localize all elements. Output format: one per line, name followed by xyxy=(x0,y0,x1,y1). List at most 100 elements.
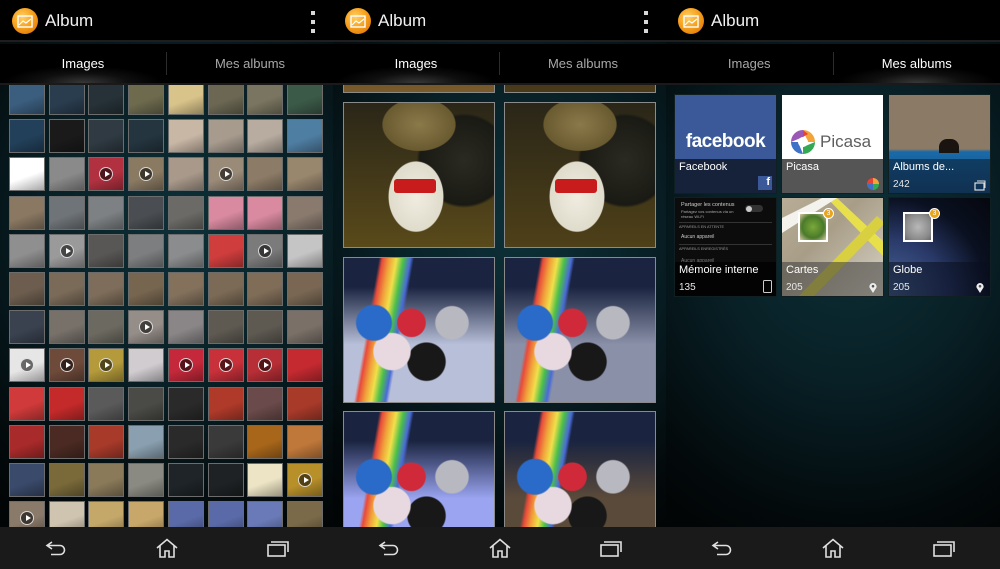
thumbnail[interactable] xyxy=(88,195,125,230)
recent-apps-button[interactable] xyxy=(924,533,964,563)
thumbnail[interactable] xyxy=(247,386,284,421)
thumbnail[interactable] xyxy=(207,463,244,497)
thumbnail[interactable] xyxy=(88,348,125,383)
thumbnail[interactable] xyxy=(128,386,165,421)
home-button[interactable] xyxy=(147,533,187,563)
thumbnail[interactable] xyxy=(48,348,85,383)
home-button[interactable] xyxy=(480,533,520,563)
thumbnail[interactable] xyxy=(286,157,323,192)
thumbnail[interactable] xyxy=(48,463,85,497)
tab-images[interactable]: Images xyxy=(0,44,166,83)
thumbnail[interactable] xyxy=(247,463,284,497)
thumbnail[interactable] xyxy=(286,348,323,383)
thumbnail[interactable] xyxy=(9,463,45,497)
thumbnail[interactable] xyxy=(167,386,204,421)
thumbnail[interactable] xyxy=(167,348,204,383)
thumbnail[interactable] xyxy=(128,233,165,268)
thumbnail[interactable] xyxy=(88,272,125,306)
thumbnail[interactable] xyxy=(9,272,45,306)
thumbnail-plush-toy-partial[interactable] xyxy=(504,85,656,93)
thumbnail[interactable] xyxy=(48,272,85,306)
home-button[interactable] xyxy=(813,533,853,563)
thumbnail[interactable] xyxy=(167,195,204,230)
thumbnail-plush-toy-partial[interactable] xyxy=(343,85,495,93)
thumbnail[interactable] xyxy=(247,348,284,383)
thumbnail[interactable] xyxy=(207,348,244,383)
thumbnail[interactable] xyxy=(128,424,165,459)
thumbnail[interactable] xyxy=(207,501,244,527)
overflow-menu-icon[interactable] xyxy=(642,11,650,33)
thumbnail[interactable] xyxy=(48,386,85,421)
thumbnail-android-figures[interactable] xyxy=(343,411,495,527)
recent-apps-button[interactable] xyxy=(258,533,298,563)
thumbnail[interactable] xyxy=(247,195,284,230)
tab-mes-albums[interactable]: Mes albums xyxy=(833,44,1000,83)
thumbnail-grid-large[interactable] xyxy=(343,85,657,527)
thumbnail[interactable] xyxy=(9,501,45,527)
thumbnail-plush-toy[interactable] xyxy=(343,102,495,248)
thumbnail[interactable] xyxy=(88,310,125,345)
thumbnail[interactable] xyxy=(48,424,85,459)
album-memoire-interne[interactable]: Partager les contenus Partagez vos conte… xyxy=(674,197,777,297)
thumbnail[interactable] xyxy=(9,157,45,192)
thumbnail[interactable] xyxy=(9,310,45,345)
thumbnail[interactable] xyxy=(286,310,323,345)
thumbnail[interactable] xyxy=(128,310,165,345)
thumbnail[interactable] xyxy=(48,119,85,154)
album-app-icon[interactable] xyxy=(12,8,38,34)
thumbnail[interactable] xyxy=(88,386,125,421)
thumbnail-android-figures[interactable] xyxy=(504,411,656,527)
thumbnail[interactable] xyxy=(128,501,165,527)
thumbnail[interactable] xyxy=(207,424,244,459)
thumbnail[interactable] xyxy=(286,272,323,306)
thumbnail[interactable] xyxy=(9,424,45,459)
back-button[interactable] xyxy=(369,533,409,563)
album-cartes[interactable]: 3 Cartes 205 xyxy=(781,197,884,297)
thumbnail[interactable] xyxy=(9,348,45,383)
thumbnail[interactable] xyxy=(207,195,244,230)
album-picasa[interactable]: Picasa Picasa xyxy=(781,94,884,194)
thumbnail[interactable] xyxy=(247,119,284,154)
thumbnail[interactable] xyxy=(286,85,323,115)
thumbnail-android-figures[interactable] xyxy=(343,257,495,403)
thumbnail[interactable] xyxy=(9,233,45,268)
thumbnail[interactable] xyxy=(207,233,244,268)
thumbnail[interactable] xyxy=(48,85,85,115)
thumbnail[interactable] xyxy=(247,310,284,345)
thumbnail[interactable] xyxy=(286,463,323,497)
tab-images[interactable]: Images xyxy=(333,44,499,83)
thumbnail[interactable] xyxy=(167,272,204,306)
thumbnail[interactable] xyxy=(286,233,323,268)
thumbnail[interactable] xyxy=(48,157,85,192)
tab-mes-albums[interactable]: Mes albums xyxy=(500,44,666,83)
album-facebook[interactable]: facebook Facebook f xyxy=(674,94,777,194)
thumbnail[interactable] xyxy=(88,501,125,527)
thumbnail[interactable] xyxy=(167,85,204,115)
back-button[interactable] xyxy=(702,533,742,563)
thumbnail-plush-toy[interactable] xyxy=(504,102,656,248)
thumbnail[interactable] xyxy=(48,195,85,230)
thumbnail[interactable] xyxy=(88,233,125,268)
album-app-icon[interactable] xyxy=(345,8,371,34)
recent-apps-button[interactable] xyxy=(591,533,631,563)
thumbnail[interactable] xyxy=(167,119,204,154)
thumbnail[interactable] xyxy=(48,310,85,345)
thumbnail[interactable] xyxy=(88,424,125,459)
thumbnail[interactable] xyxy=(9,195,45,230)
thumbnail[interactable] xyxy=(9,85,45,115)
thumbnail[interactable] xyxy=(48,501,85,527)
tab-images[interactable]: Images xyxy=(666,44,833,83)
thumbnail[interactable] xyxy=(167,233,204,268)
thumbnail[interactable] xyxy=(286,195,323,230)
thumbnail[interactable] xyxy=(247,85,284,115)
thumbnail[interactable] xyxy=(128,195,165,230)
thumbnail[interactable] xyxy=(128,348,165,383)
thumbnail[interactable] xyxy=(207,119,244,154)
thumbnail[interactable] xyxy=(167,501,204,527)
thumbnail[interactable] xyxy=(207,157,244,192)
thumbnail-grid-small[interactable] xyxy=(9,85,327,527)
thumbnail[interactable] xyxy=(88,85,125,115)
thumbnail[interactable] xyxy=(286,424,323,459)
thumbnail[interactable] xyxy=(207,85,244,115)
album-globe[interactable]: 3 Globe 205 xyxy=(888,197,991,297)
